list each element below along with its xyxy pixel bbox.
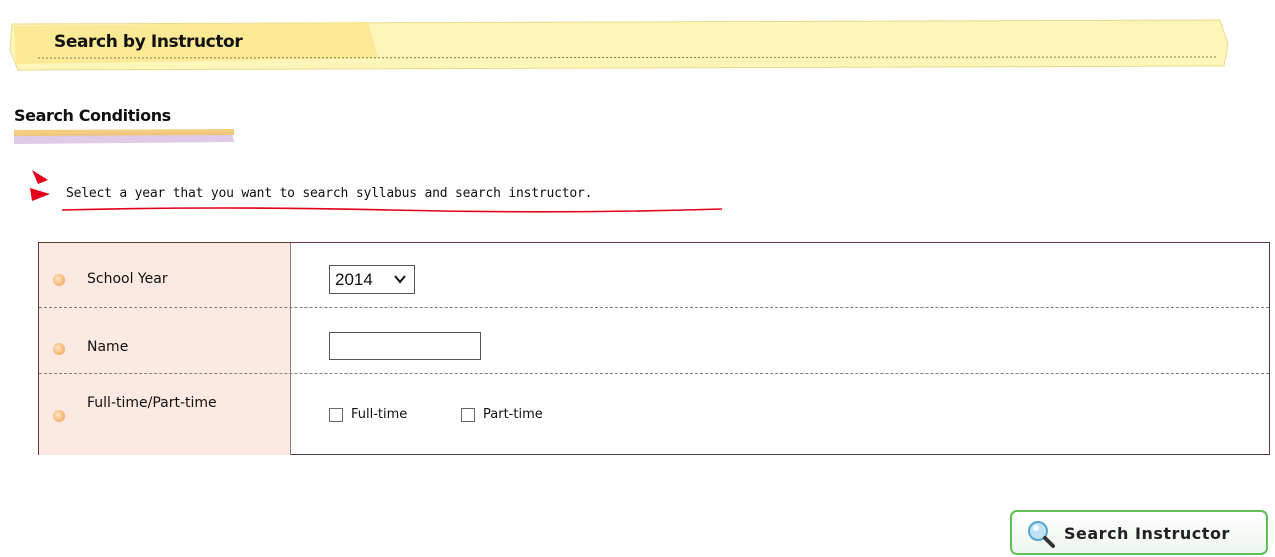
- section-heading-underline: [14, 129, 234, 144]
- full-time-checkbox[interactable]: [329, 407, 343, 422]
- instruction-underline: [61, 207, 723, 213]
- page-header-banner: Search by Instructor: [8, 14, 1230, 74]
- value-cell: [291, 308, 1269, 374]
- value-cell: 2014: [291, 243, 1269, 307]
- part-time-checkbox[interactable]: [461, 407, 475, 422]
- search-instructor-button[interactable]: Search Instructor: [1010, 510, 1268, 555]
- section-heading: Search Conditions: [14, 106, 171, 125]
- search-instructor-label: Search Instructor: [1064, 524, 1230, 543]
- instruction-text: Select a year that you want to search sy…: [66, 186, 593, 201]
- employment-type-label: Full-time/Part-time: [87, 395, 217, 411]
- chevron-down-icon: [394, 275, 406, 284]
- full-time-label: Full-time: [351, 407, 408, 422]
- part-time-label: Part-time: [483, 407, 543, 422]
- label-cell: School Year: [39, 243, 291, 307]
- bullet-icon: [53, 274, 65, 286]
- page-title: Search by Instructor: [54, 32, 243, 52]
- school-year-select[interactable]: 2014: [329, 265, 415, 294]
- label-cell: Full-time/Part-time: [39, 374, 291, 455]
- form-row-employment-type: Full-time/Part-time Full-time Part-time: [39, 373, 1269, 455]
- form-row-school-year: School Year 2014: [39, 243, 1269, 307]
- label-cell: Name: [39, 308, 291, 374]
- school-year-selected-value: 2014: [335, 270, 373, 289]
- bullet-icon: [53, 410, 65, 422]
- full-time-option[interactable]: Full-time: [329, 407, 407, 422]
- school-year-label: School Year: [87, 271, 168, 287]
- form-row-name: Name: [39, 307, 1269, 374]
- search-form-table: School Year 2014 Name Full-time/Part-tim…: [38, 242, 1270, 455]
- name-label: Name: [87, 339, 129, 355]
- magnifier-icon: [1028, 521, 1055, 548]
- part-time-option[interactable]: Part-time: [461, 407, 543, 422]
- value-cell: Full-time Part-time: [291, 374, 1269, 455]
- red-arrow-icon: [30, 170, 50, 201]
- bullet-icon: [53, 343, 65, 355]
- name-input[interactable]: [329, 332, 481, 360]
